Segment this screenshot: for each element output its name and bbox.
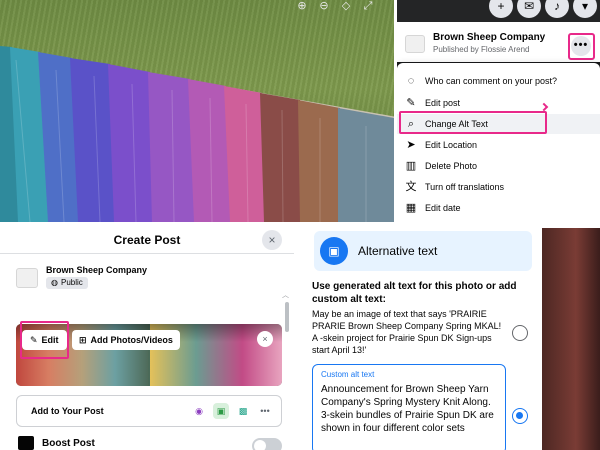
menu-item-turn-off-translations[interactable]: 文 Turn off translations: [397, 177, 600, 197]
skein-brown: [298, 100, 340, 222]
menu-item-label: Edit date: [425, 203, 461, 213]
boost-toggle[interactable]: [252, 438, 282, 450]
more-icon[interactable]: •••: [257, 403, 273, 419]
custom-alt-text-field[interactable]: Custom alt text Announcement for Brown S…: [312, 364, 506, 450]
menu-item-edit-location[interactable]: ➤ Edit Location: [397, 135, 600, 155]
menu-item-edit-date[interactable]: ▦ Edit date: [397, 198, 600, 218]
custom-alt-text-value[interactable]: Announcement for Brown Sheep Yarn Compan…: [321, 383, 499, 435]
location-arrow-icon: ➤: [406, 139, 416, 151]
close-button[interactable]: ×: [262, 230, 282, 250]
panel-divider: [394, 0, 397, 222]
add-to-post-bar: Add to Your Post ◉ ▣ ▩ •••: [16, 395, 282, 427]
scrollbar[interactable]: [285, 302, 289, 332]
yarn-photo-panel: ⊕ ⊖ ◇ ⤢: [0, 0, 394, 222]
menu-item-label: Edit Location: [425, 140, 478, 150]
tag-people-icon[interactable]: ◉: [191, 403, 207, 419]
image-icon: ▣: [320, 237, 348, 265]
alt-text-dialog: ▣ Alternative text Use generated alt tex…: [300, 228, 542, 450]
zoom-out-icon[interactable]: ⊖: [316, 0, 332, 12]
page-avatar: [16, 268, 38, 288]
scroll-up-arrow[interactable]: ︿: [282, 290, 289, 300]
post-options-menu: ◌ Who can comment on your post? ✎ Edit p…: [397, 63, 600, 222]
menu-item-label: Who can comment on your post?: [425, 76, 558, 86]
generated-alt-text-radio[interactable]: [512, 325, 528, 341]
translate-icon: 文: [405, 181, 417, 193]
trash-icon: ▥: [405, 160, 417, 172]
add-photos-videos-button[interactable]: ⊞ Add Photos/Videos: [72, 330, 180, 350]
alt-text-header: ▣ Alternative text: [314, 231, 532, 271]
photo-icon[interactable]: ▣: [213, 403, 229, 419]
create-post-dialog: Create Post × Brown Sheep Company ◍ Publ…: [0, 228, 294, 450]
page-name[interactable]: Brown Sheep Company: [433, 32, 545, 43]
photo-viewer-toolbar: ⊕ ⊖ ◇ ⤢: [294, 0, 376, 12]
tag-icon[interactable]: ◇: [338, 0, 354, 12]
yarn-skeins-photo: [0, 46, 394, 222]
skein-maroon: [260, 93, 302, 222]
published-by: Published by Flossie Arend: [433, 45, 530, 54]
speech-bubble-icon: ◌: [407, 75, 415, 87]
menu-item-label: Delete Photo: [425, 161, 478, 171]
add-media-label: Add Photos/Videos: [90, 335, 173, 345]
sticker-icon[interactable]: ▩: [235, 403, 251, 419]
add-to-post-icons: ◉ ▣ ▩ •••: [191, 403, 273, 419]
panel-divider: [0, 222, 600, 228]
globe-icon: ◍: [51, 278, 58, 287]
post-options-panel: + ✉ ♪ ▾ Brown Sheep Company Published by…: [397, 0, 600, 222]
add-to-post-label: Add to Your Post: [31, 406, 104, 416]
highlight-edit-button: [20, 321, 69, 359]
page-name: Brown Sheep Company: [46, 265, 148, 275]
pencil-icon: ✎: [406, 97, 416, 109]
menu-item-label: Turn off translations: [425, 182, 505, 192]
menu-item-label: Edit post: [425, 98, 461, 108]
panel-divider: [294, 228, 300, 450]
fullscreen-icon[interactable]: ⤢: [360, 0, 376, 12]
skein-pink: [224, 86, 266, 222]
dialog-title: Create Post: [113, 233, 181, 247]
menu-item-delete-photo[interactable]: ▥ Delete Photo: [397, 156, 600, 176]
photo-background: [540, 228, 600, 450]
boost-label: Boost Post: [42, 437, 95, 449]
remove-media-button[interactable]: ×: [257, 331, 273, 347]
menu-item-edit-post[interactable]: ✎ Edit post: [397, 93, 600, 113]
header-divider: [0, 253, 294, 254]
audience-label: Public: [60, 278, 83, 287]
calendar-icon: ▦: [405, 202, 417, 214]
highlight-more-options: [568, 33, 595, 60]
generated-alt-text: May be an image of text that says 'PRAIR…: [312, 309, 502, 355]
page-avatar[interactable]: [405, 35, 425, 53]
alt-text-question: Use generated alt text for this photo or…: [312, 281, 517, 305]
alt-text-title: Alternative text: [358, 244, 438, 258]
highlight-change-alt-text: [399, 111, 547, 134]
custom-alt-text-label: Custom alt text: [321, 370, 375, 379]
zoom-in-icon[interactable]: ⊕: [294, 0, 310, 12]
alt-text-panel: ▣ Alternative text Use generated alt tex…: [300, 228, 600, 450]
menu-item-who-can-comment[interactable]: ◌ Who can comment on your post?: [397, 71, 600, 91]
boost-post-row: Boost Post: [18, 436, 95, 450]
boost-icon: [18, 436, 34, 450]
custom-alt-text-radio[interactable]: [512, 408, 528, 424]
audience-selector[interactable]: ◍ Public: [46, 277, 88, 289]
add-photo-icon: ⊞: [79, 335, 87, 345]
